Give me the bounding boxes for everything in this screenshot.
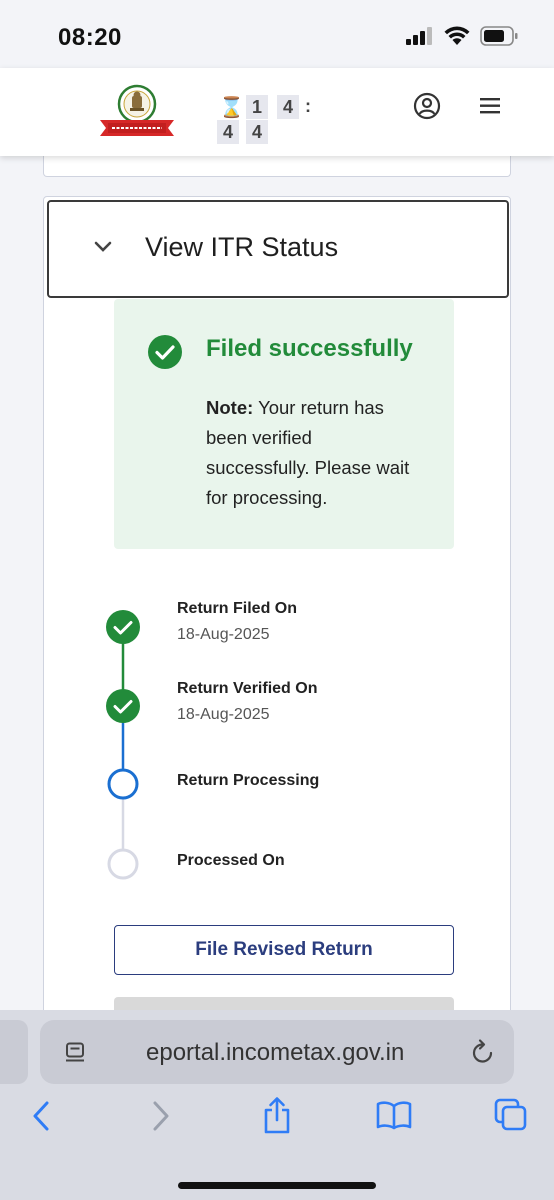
home-indicator[interactable] xyxy=(178,1182,376,1189)
url-text: eportal.incometax.gov.in xyxy=(146,1039,405,1066)
battery-icon xyxy=(480,26,518,46)
back-icon[interactable] xyxy=(30,1100,52,1132)
status-timeline xyxy=(106,610,140,880)
wifi-icon xyxy=(444,26,470,45)
timeline-step-date: 18-Aug-2025 xyxy=(177,706,270,723)
timeline-step-label: Return Processing xyxy=(177,772,320,789)
timeline-step-date: 18-Aug-2025 xyxy=(177,626,270,643)
timer-digit: 4 xyxy=(277,95,299,119)
browser-toolbar: eportal.incometax.gov.in xyxy=(0,1010,554,1200)
address-bar[interactable]: eportal.incometax.gov.in xyxy=(40,1020,514,1084)
file-revised-return-button[interactable]: File Revised Return xyxy=(114,925,454,975)
reload-icon[interactable] xyxy=(470,1038,496,1066)
forward-icon[interactable] xyxy=(150,1100,172,1132)
timeline-step-label: Return Verified On xyxy=(177,680,318,697)
income-tax-department-logo[interactable] xyxy=(98,82,176,142)
page-menu-icon[interactable] xyxy=(64,1042,86,1064)
previous-card xyxy=(43,156,511,177)
hourglass-icon: ⌛ xyxy=(219,97,244,119)
share-icon[interactable] xyxy=(262,1096,292,1134)
timeline-pending-icon xyxy=(107,848,139,880)
site-header: ⌛ 1 4 : 4 4 xyxy=(0,68,554,156)
status-icons xyxy=(406,26,518,46)
timer-separator: : xyxy=(305,96,311,116)
status-time: 08:20 xyxy=(58,24,122,51)
main-content: View ITR Status Filed successfully Note:… xyxy=(0,156,554,1012)
previous-tab-preview[interactable] xyxy=(0,1020,28,1084)
timeline-step-label: Return Filed On xyxy=(177,600,297,617)
timeline-current-icon xyxy=(107,768,139,800)
profile-icon[interactable] xyxy=(413,92,441,120)
timeline-done-icon xyxy=(106,610,140,644)
timeline-done-icon xyxy=(106,689,140,723)
bookmarks-icon[interactable] xyxy=(376,1100,412,1130)
hamburger-menu-icon[interactable] xyxy=(478,96,502,116)
itr-status-card: View ITR Status Filed successfully Note:… xyxy=(43,196,511,1012)
timer-digit: 4 xyxy=(217,120,239,144)
timer-digit: 1 xyxy=(246,95,268,119)
tabs-icon[interactable] xyxy=(494,1098,528,1132)
timeline-step-label: Processed On xyxy=(177,852,285,869)
status-bar: 08:20 xyxy=(0,0,554,68)
signal-icon xyxy=(406,27,432,45)
timer-digit: 4 xyxy=(246,120,268,144)
